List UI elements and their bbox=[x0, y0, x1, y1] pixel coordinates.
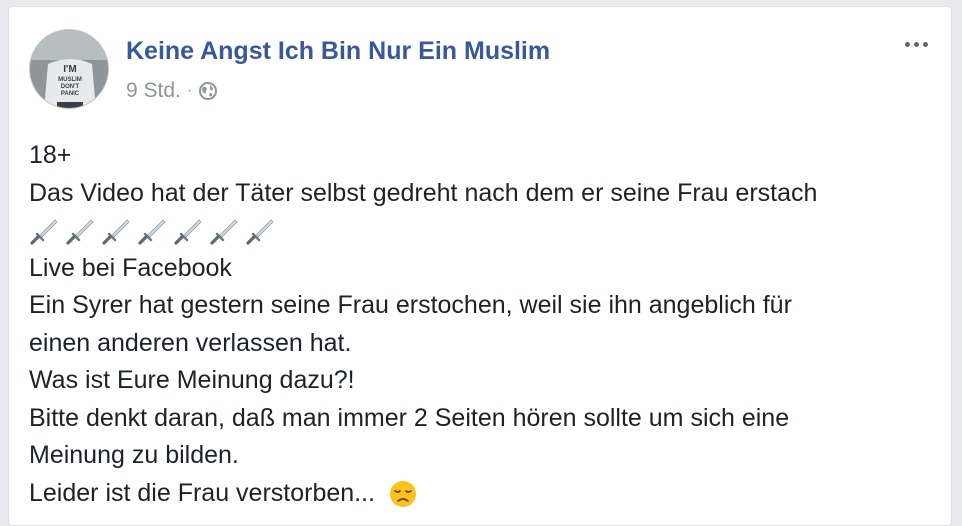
avatar-shirt-line-4: PANIC bbox=[61, 91, 80, 97]
post-card: I'M MUSLIM DON'T PANIC Keine Angst Ich B… bbox=[8, 6, 952, 526]
dagger-emoji bbox=[65, 216, 95, 246]
post-line-10: Leider ist die Frau verstorben... bbox=[29, 475, 939, 513]
disappointed-face-emoji bbox=[388, 479, 418, 509]
dagger-emoji bbox=[173, 216, 203, 246]
timestamp-link[interactable]: 9 Std. bbox=[126, 79, 181, 103]
globe-icon[interactable] bbox=[198, 81, 218, 101]
dagger-emoji bbox=[245, 216, 275, 246]
post-meta: 9 Std. · bbox=[126, 79, 218, 103]
meta-separator: · bbox=[186, 82, 193, 99]
post-line-1: 18+ bbox=[29, 141, 72, 169]
post-line-8: Bitte denkt daran, daß man immer 2 Seite… bbox=[29, 403, 790, 432]
dagger-emoji bbox=[209, 216, 239, 246]
dagger-emoji bbox=[29, 216, 59, 246]
post-line-7: Was ist Eure Meinung dazu?! bbox=[29, 366, 355, 394]
post-line-10-text: Leider ist die Frau verstorben... bbox=[29, 478, 375, 507]
avatar-shirt-line-3: DON'T bbox=[61, 84, 80, 90]
page-avatar[interactable]: I'M MUSLIM DON'T PANIC bbox=[29, 29, 109, 109]
post-line-9: Meinung zu bilden. bbox=[29, 441, 239, 469]
avatar-shirt-line-1: I'M bbox=[63, 64, 77, 75]
post-line-5: Ein Syrer hat gestern seine Frau erstoch… bbox=[29, 291, 792, 319]
post-text: 18+ Das Video hat der Täter selbst gedre… bbox=[29, 137, 939, 512]
dagger-emoji-row bbox=[29, 212, 939, 250]
post-line-4: Live bei Facebook bbox=[29, 253, 232, 282]
post-line-2: Das Video hat der Täter selbst gedreht n… bbox=[29, 178, 818, 207]
page-name-link[interactable]: Keine Angst Ich Bin Nur Ein Muslim bbox=[126, 37, 550, 66]
dagger-emoji bbox=[101, 216, 131, 246]
avatar-image: I'M MUSLIM DON'T PANIC bbox=[30, 30, 108, 108]
post-line-6: einen anderen verlassen hat. bbox=[29, 328, 352, 357]
avatar-shirt-line-2: MUSLIM bbox=[58, 77, 82, 83]
dagger-emoji bbox=[137, 216, 167, 246]
more-options-icon[interactable] bbox=[899, 33, 933, 55]
